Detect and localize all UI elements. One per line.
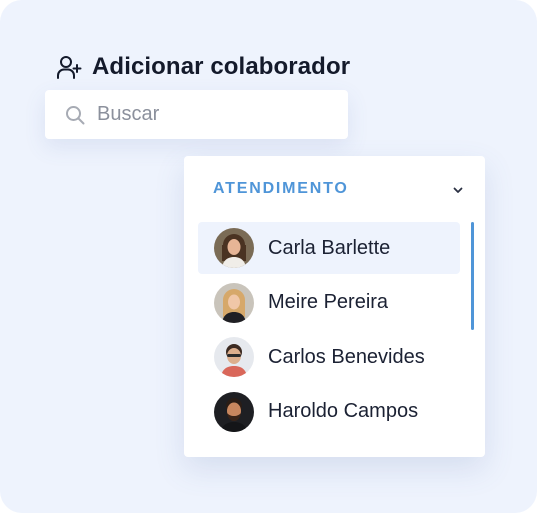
collaborator-name: Carla Barlette <box>268 236 391 259</box>
avatar <box>214 391 254 432</box>
search-box[interactable] <box>45 90 348 139</box>
search-input[interactable] <box>97 103 327 126</box>
search-icon <box>66 105 85 124</box>
collaborator-name: Carlos Benevides <box>268 345 425 368</box>
team-dropdown: ATENDIMENTO Carla Barlette Meire Pereira… <box>184 156 485 457</box>
collaborator-list: Carla Barlette Meire Pereira Carlos Bene… <box>198 222 460 440</box>
avatar <box>214 228 254 268</box>
page-title: Adicionar colaborador <box>92 53 351 80</box>
list-item-haroldo-campos[interactable]: Haroldo Campos <box>198 386 460 438</box>
scrollbar-thumb[interactable] <box>471 222 474 330</box>
list-item-meire-pereira[interactable]: Meire Pereira <box>198 277 460 329</box>
list-item-carla-barlette[interactable]: Carla Barlette <box>198 222 460 274</box>
dropdown-header[interactable]: ATENDIMENTO <box>184 156 485 222</box>
collaborator-name: Meire Pereira <box>268 291 389 313</box>
chevron-down-icon[interactable] <box>451 183 465 197</box>
list-item-carlos-benevides[interactable]: Carlos Benevides <box>198 331 460 383</box>
dropdown-title: ATENDIMENTO <box>213 180 349 197</box>
collaborator-name: Haroldo Campos <box>268 400 419 422</box>
avatar <box>214 337 254 377</box>
page-header: Adicionar colaborador <box>56 50 350 84</box>
add-user-icon <box>57 56 82 79</box>
avatar <box>214 282 254 323</box>
stage: Adicionar colaborador ATENDIMENTO <box>0 0 537 513</box>
